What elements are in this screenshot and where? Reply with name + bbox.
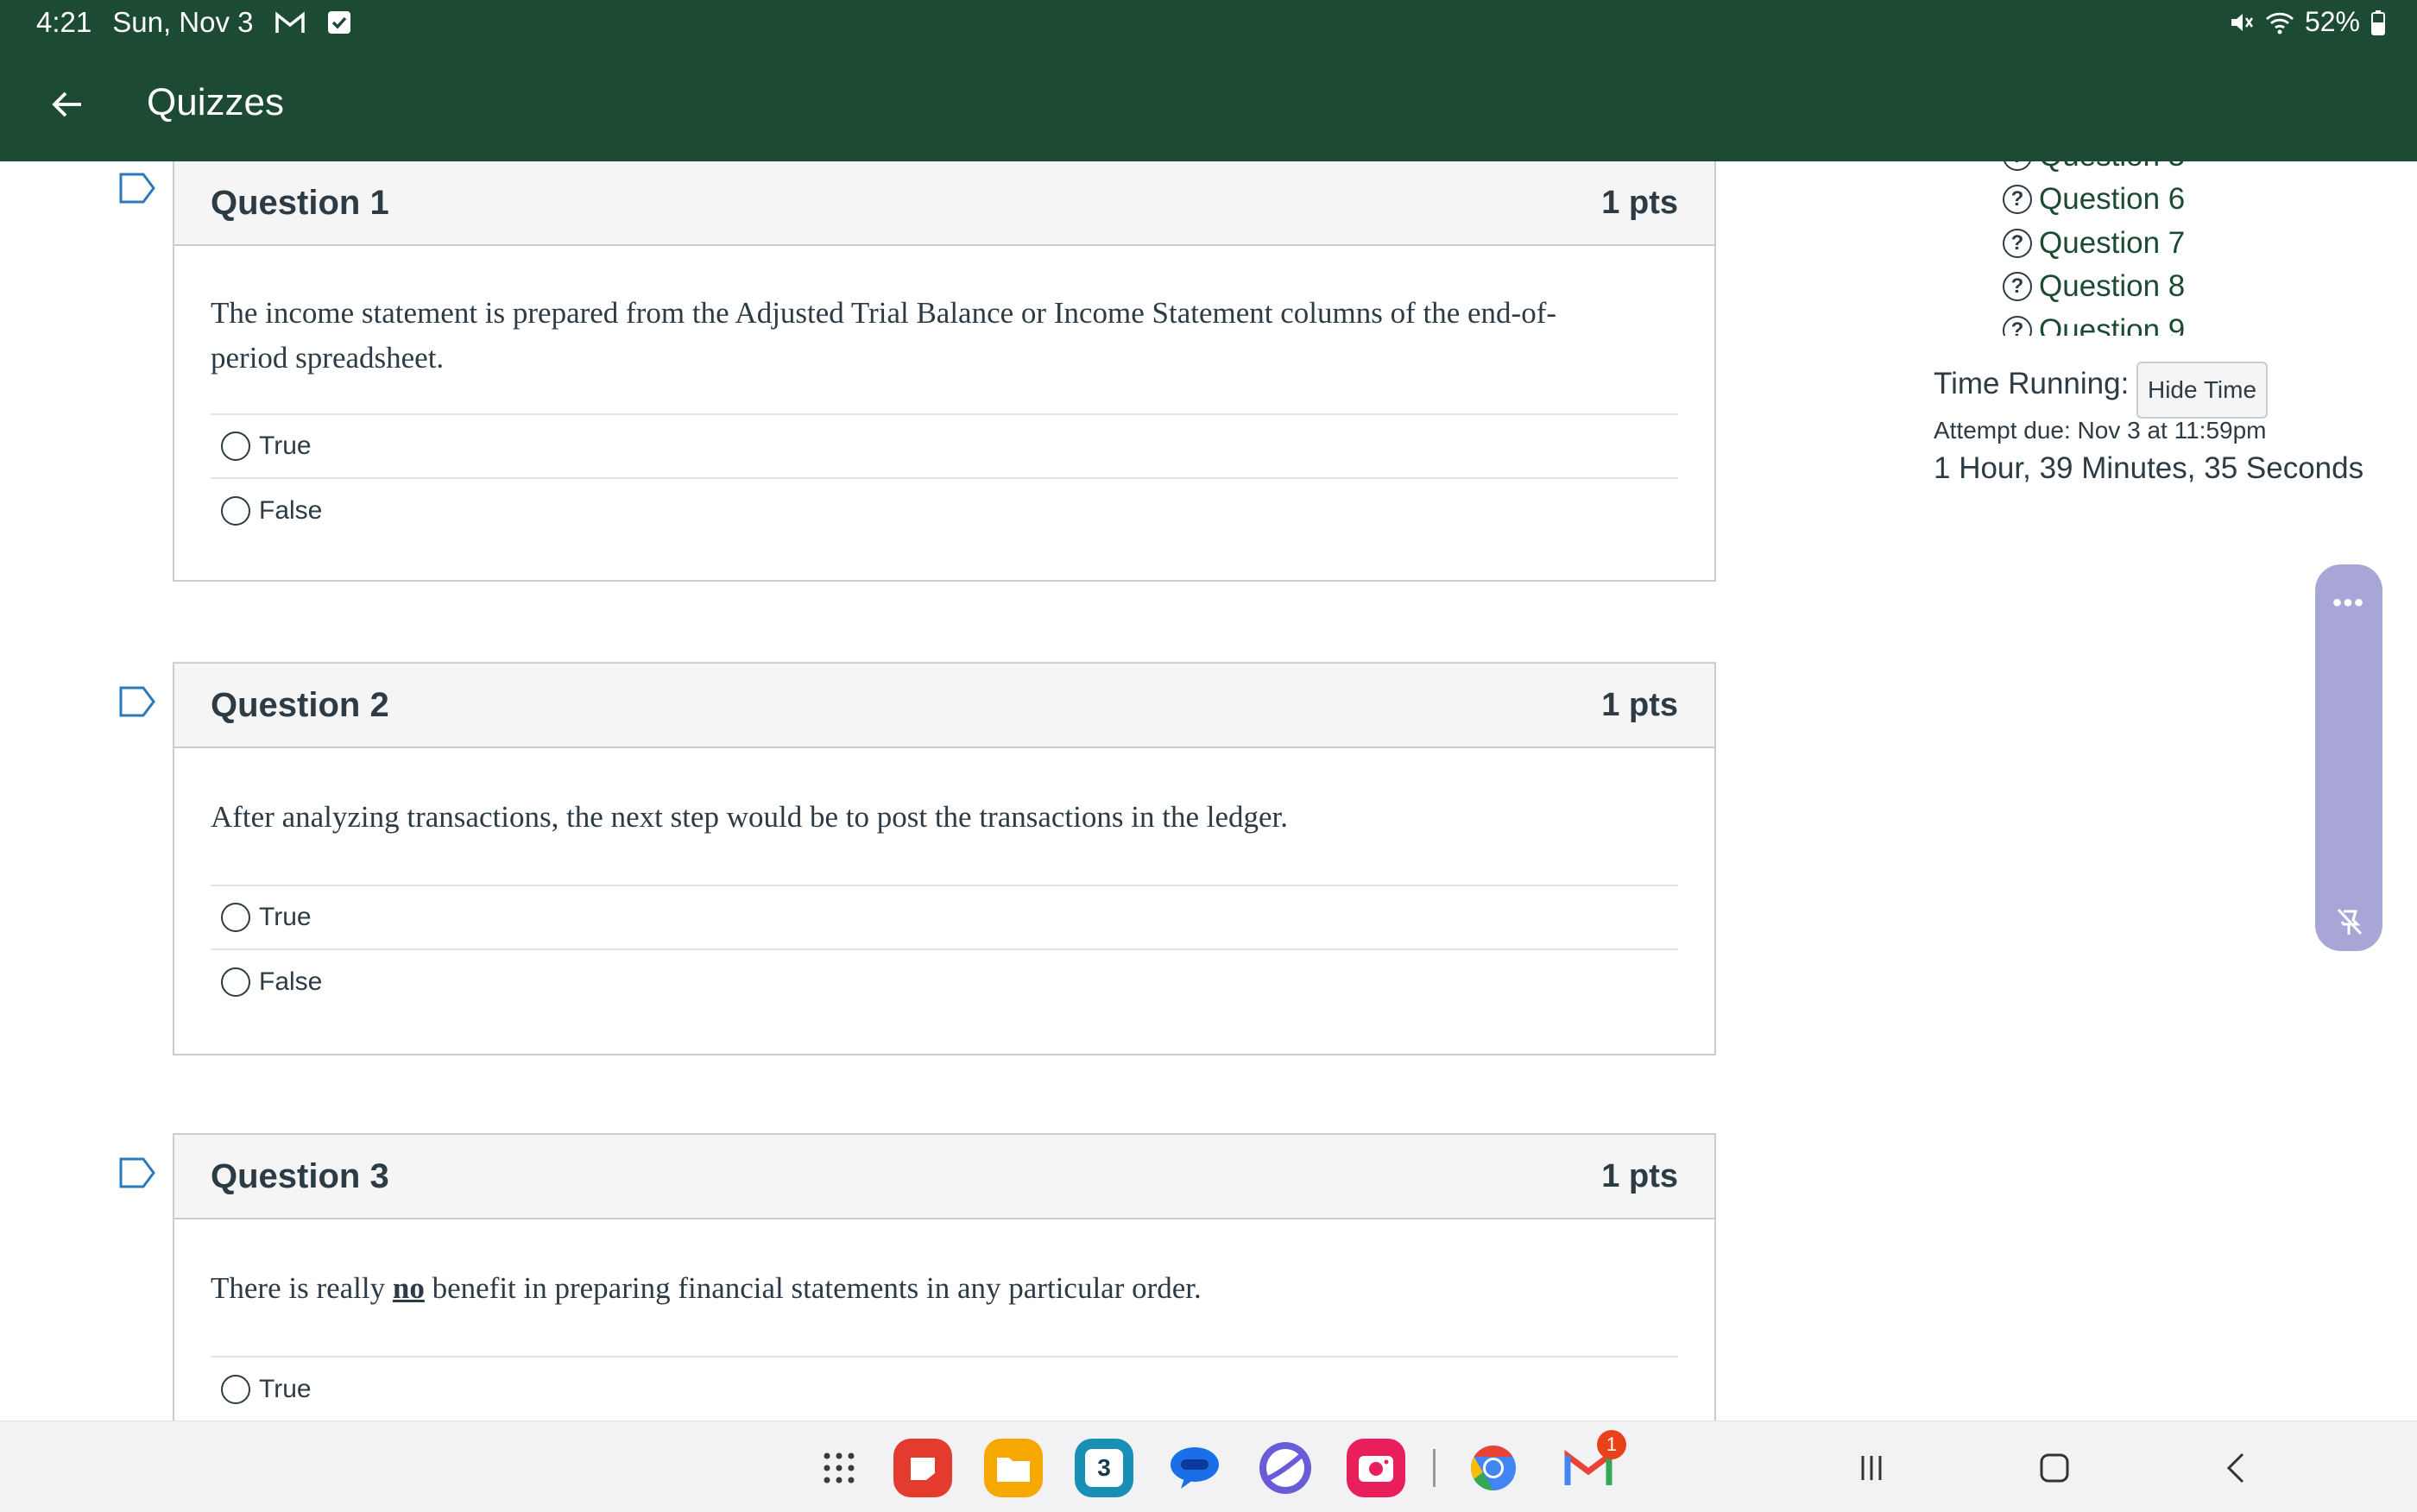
arrow-left-icon[interactable] bbox=[43, 80, 92, 129]
question-text-part: benefit in preparing financial statement… bbox=[424, 1271, 1202, 1305]
answer-option[interactable]: False bbox=[211, 479, 1678, 543]
answer-label: True bbox=[259, 903, 312, 931]
flag-question-icon[interactable] bbox=[118, 685, 156, 718]
question-link-label: Question 5 bbox=[2039, 161, 2185, 173]
dock-divider bbox=[1433, 1449, 1436, 1487]
question-mark-icon: ? bbox=[2003, 229, 2032, 258]
gmail-icon bbox=[275, 9, 306, 35]
answer-label: False bbox=[259, 496, 323, 525]
answer-option[interactable]: False bbox=[211, 950, 1678, 1014]
question-points: 1 pts bbox=[1601, 1157, 1678, 1194]
question-link-label: Question 9 bbox=[2039, 313, 2186, 336]
question-header: Question 1 1 pts bbox=[174, 161, 1714, 246]
recents-icon[interactable] bbox=[1839, 1435, 1904, 1501]
elapsed-time: 1 Hour, 39 Minutes, 35 Seconds bbox=[1934, 451, 2364, 485]
status-bar: 4:21 Sun, Nov 3 52% bbox=[0, 0, 2417, 44]
question-text-line: period spreadsheet. bbox=[211, 341, 445, 375]
question-header: Question 2 1 pts bbox=[174, 664, 1714, 748]
answer-option[interactable]: True bbox=[211, 886, 1678, 950]
battery-icon bbox=[2370, 9, 2386, 35]
question-header: Question 3 1 pts bbox=[174, 1135, 1714, 1219]
app-bar: Quizzes bbox=[0, 44, 2417, 161]
flag-question-icon[interactable] bbox=[118, 172, 156, 205]
answer-list: True bbox=[211, 1356, 1678, 1421]
question-link-label: Question 8 bbox=[2039, 269, 2186, 303]
camera-app-icon[interactable] bbox=[1347, 1439, 1405, 1497]
question-text-line: After analyzing transactions, the next s… bbox=[211, 800, 1289, 834]
quiz-content: Question 1 1 pts The income statement is… bbox=[0, 161, 2417, 1421]
navigation-bar: 3 1 bbox=[0, 1421, 2417, 1512]
question-link[interactable]: ? Question 5 bbox=[2003, 161, 2185, 173]
question-link[interactable]: ? Question 9 bbox=[2003, 313, 2185, 336]
question-mark-icon: ? bbox=[2003, 161, 2032, 171]
flag-question-icon[interactable] bbox=[118, 1156, 156, 1189]
question-text: After analyzing transactions, the next s… bbox=[174, 748, 1714, 885]
question-mark-icon: ? bbox=[2003, 185, 2032, 214]
status-time: 4:21 bbox=[36, 5, 92, 38]
answer-label: True bbox=[259, 1375, 312, 1403]
messages-app-icon[interactable] bbox=[1165, 1439, 1224, 1497]
edge-panel-handle[interactable]: ••• bbox=[2315, 564, 2382, 951]
notes-app-icon[interactable] bbox=[893, 1439, 952, 1497]
app-drawer-icon[interactable] bbox=[810, 1439, 868, 1497]
answer-option[interactable]: True bbox=[211, 1358, 1678, 1421]
mute-icon bbox=[2229, 9, 2255, 35]
chrome-app-icon[interactable] bbox=[1464, 1439, 1523, 1497]
question-text-line: The income statement is prepared from th… bbox=[211, 296, 1557, 330]
status-date: Sun, Nov 3 bbox=[112, 5, 254, 38]
radio-button[interactable] bbox=[221, 967, 250, 997]
radio-button[interactable] bbox=[221, 903, 250, 932]
wifi-icon bbox=[2265, 9, 2294, 35]
question-card: Question 2 1 pts After analyzing transac… bbox=[173, 662, 1716, 1055]
time-running-label: Time Running: bbox=[1934, 367, 2130, 400]
question-mark-icon: ? bbox=[2003, 316, 2032, 336]
internet-app-icon[interactable] bbox=[1256, 1439, 1315, 1497]
radio-button[interactable] bbox=[221, 432, 250, 461]
question-title: Question 3 bbox=[211, 1156, 389, 1195]
radio-button[interactable] bbox=[221, 1375, 250, 1404]
question-link[interactable]: ? Question 7 bbox=[2003, 226, 2185, 261]
answer-list: True False bbox=[211, 413, 1678, 543]
calendar-date: 3 bbox=[1085, 1449, 1123, 1487]
question-text: The income statement is prepared from th… bbox=[174, 246, 1714, 413]
question-link-label: Question 7 bbox=[2039, 226, 2186, 260]
answer-label: False bbox=[259, 967, 323, 996]
radio-button[interactable] bbox=[221, 496, 250, 526]
question-link[interactable]: ? Question 8 bbox=[2003, 269, 2185, 304]
pin-off-icon[interactable] bbox=[2332, 904, 2366, 939]
back-nav-icon[interactable] bbox=[2205, 1435, 2270, 1501]
question-link-label: Question 6 bbox=[2039, 182, 2186, 216]
question-points: 1 pts bbox=[1601, 184, 1678, 221]
question-mark-icon: ? bbox=[2003, 272, 2032, 301]
question-text: There is really no benefit in preparing … bbox=[174, 1219, 1714, 1356]
page-title: Quizzes bbox=[147, 81, 284, 123]
files-app-icon[interactable] bbox=[984, 1439, 1043, 1497]
question-text-part: There is really bbox=[211, 1271, 393, 1305]
question-link[interactable]: ? Question 6 bbox=[2003, 182, 2185, 217]
answer-option[interactable]: True bbox=[211, 415, 1678, 479]
notification-badge: 1 bbox=[1597, 1430, 1626, 1459]
gmail-app-icon[interactable]: 1 bbox=[1559, 1430, 1626, 1497]
checkbox-notification-icon bbox=[326, 9, 352, 35]
hide-time-button[interactable]: Hide Time bbox=[2136, 362, 2268, 419]
home-icon[interactable] bbox=[2022, 1435, 2087, 1501]
battery-percent: 52% bbox=[2304, 6, 2360, 37]
calendar-app-icon[interactable]: 3 bbox=[1075, 1439, 1133, 1497]
question-card: Question 1 1 pts The income statement is… bbox=[173, 161, 1716, 582]
more-dots-icon[interactable]: ••• bbox=[2315, 589, 2382, 618]
question-title: Question 2 bbox=[211, 685, 389, 724]
question-title: Question 1 bbox=[211, 183, 389, 222]
answer-label: True bbox=[259, 432, 312, 460]
question-points: 1 pts bbox=[1601, 686, 1678, 723]
question-card: Question 3 1 pts There is really no bene… bbox=[173, 1133, 1716, 1421]
question-list: ? Question 5 ? Question 6 ? Question 7 ?… bbox=[2003, 161, 2348, 336]
question-text-emphasis: no bbox=[392, 1271, 425, 1305]
attempt-due: Attempt due: Nov 3 at 11:59pm bbox=[1934, 417, 2267, 444]
answer-list: True False bbox=[211, 885, 1678, 1014]
